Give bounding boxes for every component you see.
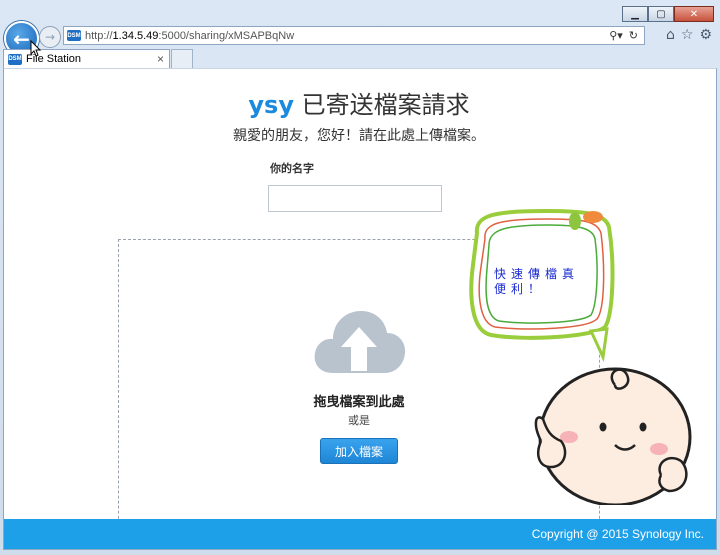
- cloud-upload-icon: [314, 311, 406, 373]
- search-icon[interactable]: ⚲▾: [609, 29, 623, 42]
- forward-arrow-icon: →: [44, 30, 56, 44]
- forward-button[interactable]: →: [39, 26, 61, 48]
- copyright-text: Copyright @ 2015 Synology Inc.: [531, 527, 704, 541]
- close-button[interactable]: ✕: [674, 6, 714, 22]
- add-file-button[interactable]: 加入檔案: [320, 438, 398, 464]
- window-controls: ▁ ▢ ✕: [622, 6, 714, 22]
- browser-window: ▁ ▢ ✕ ← → DSM http://1.34.5.49:5000/shar…: [0, 0, 720, 555]
- maximize-button[interactable]: ▢: [648, 6, 674, 22]
- name-label: 你的名字: [270, 162, 314, 175]
- star-icon[interactable]: ☆: [681, 27, 694, 43]
- url-path: :5000/sharing/xMSAPBqNw: [158, 29, 295, 42]
- gear-icon[interactable]: ⚙: [699, 27, 712, 43]
- new-tab-button[interactable]: [171, 49, 193, 68]
- name-input[interactable]: [268, 185, 442, 212]
- minimize-button[interactable]: ▁: [622, 6, 648, 22]
- title-user: ysy: [248, 91, 294, 119]
- url-host: 1.34.5.49: [112, 29, 159, 42]
- dsm-favicon-icon: DSM: [8, 53, 22, 65]
- title-text: 已寄送檔案請求: [293, 91, 470, 119]
- home-icon[interactable]: ⌂: [666, 27, 675, 43]
- tab-file-station[interactable]: DSM File Station ×: [3, 49, 170, 68]
- toolbar-icons: ⌂ ☆ ⚙: [666, 27, 712, 43]
- dsm-favicon-icon: DSM: [67, 30, 81, 41]
- tab-close-icon[interactable]: ×: [157, 52, 164, 66]
- baby-mascot-sticker: [469, 208, 692, 505]
- address-bar-icons: ⚲▾ ↻: [609, 29, 638, 42]
- address-bar[interactable]: DSM http://1.34.5.49:5000/sharing/xMSAPB…: [63, 26, 645, 45]
- footer: Copyright @ 2015 Synology Inc.: [4, 519, 716, 549]
- sticker-line-1: 快速傳檔真: [494, 267, 580, 281]
- refresh-icon[interactable]: ↻: [629, 29, 638, 42]
- back-arrow-icon: ←: [13, 26, 30, 51]
- sticker-bubble-text: 快速傳檔真 便利！: [494, 267, 579, 297]
- mouse-cursor-icon: [30, 40, 42, 57]
- page-title: ysy 已寄送檔案請求: [4, 85, 714, 120]
- url-prefix: http://: [85, 29, 113, 42]
- sticker-line-2: 便利！: [494, 282, 546, 296]
- tab-strip: DSM File Station ×: [0, 48, 720, 68]
- page-subtitle: 親愛的朋友，您好！請在此處上傳檔案。: [233, 128, 485, 144]
